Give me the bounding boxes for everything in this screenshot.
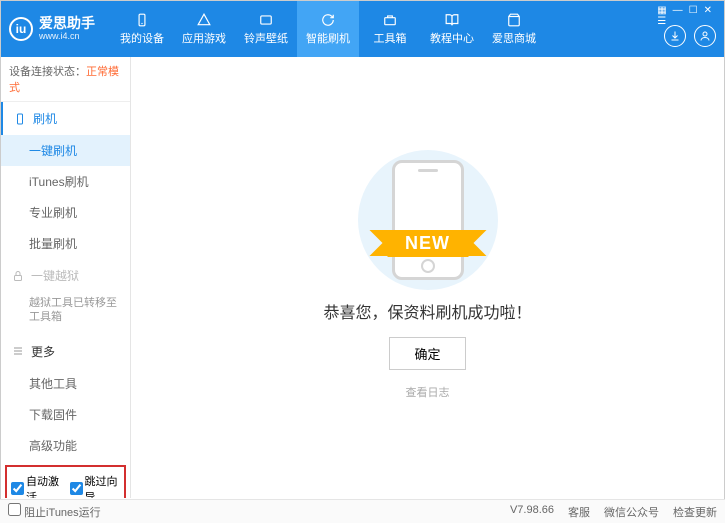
lock-icon bbox=[11, 269, 25, 283]
nav-my-device[interactable]: 我的设备 bbox=[111, 1, 173, 57]
minimize-icon[interactable]: — bbox=[673, 5, 683, 27]
success-message: 恭喜您，保资料刷机成功啦！ bbox=[323, 299, 531, 323]
ok-button[interactable]: 确定 bbox=[389, 337, 465, 370]
wallpaper-icon bbox=[258, 12, 274, 28]
section-more[interactable]: 更多 bbox=[1, 335, 130, 368]
toolbox-icon bbox=[382, 12, 398, 28]
check-skip-guide[interactable]: 跳过向导 bbox=[70, 473, 121, 498]
app-subtitle: www.i4.cn bbox=[39, 32, 95, 42]
view-log-link[interactable]: 查看日志 bbox=[406, 384, 450, 400]
main-content: NEW 恭喜您，保资料刷机成功啦！ 确定 查看日志 bbox=[131, 57, 724, 498]
apps-icon bbox=[196, 12, 212, 28]
store-icon bbox=[506, 12, 522, 28]
nav-ringtones[interactable]: 铃声壁纸 bbox=[235, 1, 297, 57]
maximize-icon[interactable]: ☐ bbox=[689, 5, 698, 27]
phone-illustration bbox=[392, 160, 464, 280]
sidebar-item-other-tools[interactable]: 其他工具 bbox=[1, 368, 130, 399]
close-icon[interactable]: ✕ bbox=[704, 5, 712, 27]
update-link[interactable]: 检查更新 bbox=[673, 504, 717, 520]
user-button[interactable] bbox=[694, 25, 716, 47]
new-ribbon: NEW bbox=[387, 230, 468, 257]
section-jailbreak[interactable]: 一键越狱 bbox=[1, 259, 130, 292]
nav-tutorials[interactable]: 教程中心 bbox=[421, 1, 483, 57]
sidebar-item-advanced[interactable]: 高级功能 bbox=[1, 430, 130, 461]
nav-store[interactable]: 爱思商城 bbox=[483, 1, 545, 57]
app-header: iu 爱思助手 www.i4.cn 我的设备 应用游戏 铃声壁纸 智能刷机 工具… bbox=[1, 1, 724, 57]
footer: 阻止iTunes运行 V7.98.66 客服 微信公众号 检查更新 bbox=[0, 499, 725, 523]
jailbreak-note: 越狱工具已转移至 工具箱 bbox=[1, 292, 130, 335]
section-flash[interactable]: 刷机 bbox=[1, 102, 130, 135]
window-controls: ▦ ☰ — ☐ ✕ bbox=[657, 5, 712, 27]
sidebar-item-pro-flash[interactable]: 专业刷机 bbox=[1, 197, 130, 228]
sidebar-item-download-fw[interactable]: 下载固件 bbox=[1, 399, 130, 430]
sidebar-item-itunes-flash[interactable]: iTunes刷机 bbox=[1, 166, 130, 197]
app-title: 爱思助手 bbox=[39, 16, 95, 31]
book-icon bbox=[444, 12, 460, 28]
phone-icon bbox=[134, 12, 150, 28]
logo-icon: iu bbox=[9, 17, 33, 41]
phone-icon bbox=[13, 112, 27, 126]
menu-icon[interactable]: ▦ ☰ bbox=[657, 5, 666, 27]
check-block-itunes[interactable]: 阻止iTunes运行 bbox=[8, 503, 101, 520]
top-nav: 我的设备 应用游戏 铃声壁纸 智能刷机 工具箱 教程中心 爱思商城 bbox=[111, 1, 545, 57]
wechat-link[interactable]: 微信公众号 bbox=[604, 504, 659, 520]
version-label: V7.98.66 bbox=[510, 504, 554, 520]
header-right: ▦ ☰ — ☐ ✕ bbox=[664, 1, 716, 57]
sidebar-item-batch-flash[interactable]: 批量刷机 bbox=[1, 228, 130, 259]
nav-flash[interactable]: 智能刷机 bbox=[297, 1, 359, 57]
list-icon bbox=[11, 344, 25, 358]
connection-status: 设备连接状态：正常模式 bbox=[1, 57, 130, 102]
check-auto-activate[interactable]: 自动激活 bbox=[11, 473, 62, 498]
refresh-icon bbox=[320, 12, 336, 28]
nav-apps[interactable]: 应用游戏 bbox=[173, 1, 235, 57]
app-logo: iu 爱思助手 www.i4.cn bbox=[9, 16, 95, 41]
nav-toolbox[interactable]: 工具箱 bbox=[359, 1, 421, 57]
service-link[interactable]: 客服 bbox=[568, 504, 590, 520]
success-illustration: NEW bbox=[338, 155, 518, 285]
sidebar-item-oneclick-flash[interactable]: 一键刷机 bbox=[1, 135, 130, 166]
download-button[interactable] bbox=[664, 25, 686, 47]
option-checks: 自动激活 跳过向导 bbox=[5, 465, 126, 498]
sidebar: 设备连接状态：正常模式 刷机 一键刷机 iTunes刷机 专业刷机 批量刷机 一… bbox=[1, 57, 131, 498]
